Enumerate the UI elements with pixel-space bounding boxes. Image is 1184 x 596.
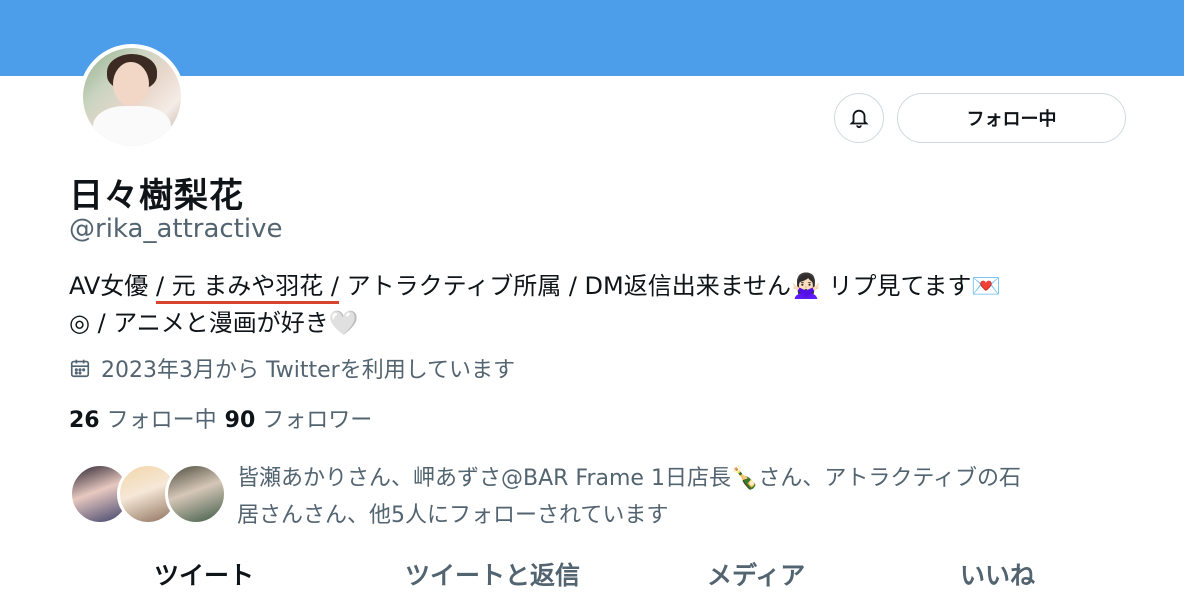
profile-bio: AV女優 / 元 まみや羽花 / アトラクティブ所属 / DM返信出来ません🙅🏻… — [69, 268, 1129, 342]
calendar-icon — [70, 359, 90, 378]
bio-text: アトラクティブ所属 / DM返信出来ません — [339, 272, 791, 300]
bio-text: ◎ / アニメと漫画が好き — [69, 309, 329, 337]
tab-likes[interactable]: いいね — [960, 556, 1035, 592]
display-name: 日々樹梨花 — [69, 176, 244, 216]
notifications-bell-button[interactable] — [834, 93, 884, 143]
no-gesture-emoji: 🙅🏻‍♀️ — [791, 272, 821, 300]
white-heart-emoji: 🤍 — [328, 309, 359, 337]
followers-label: フォロワー — [262, 408, 373, 433]
followers-you-know-line: 居さんさん、他5人にフォローされています — [237, 503, 669, 528]
following-link[interactable]: 26 フォロー中 — [69, 402, 217, 434]
tab-media[interactable]: メディア — [707, 556, 805, 592]
profile-banner[interactable] — [0, 0, 1184, 76]
followers-you-know[interactable]: 皆瀬あかりさん、岬あずさ@BAR Frame 1日店長🍾さん、アトラクティブの石… — [69, 460, 1129, 530]
follow-stats: 26 フォロー中 90 フォロワー — [69, 402, 372, 434]
followers-you-know-text: 皆瀬あかりさん、岬あずさ@BAR Frame 1日店長🍾さん、アトラクティブの石… — [237, 460, 1137, 534]
love-letter-emoji: 💌 — [971, 272, 1002, 300]
following-count: 26 — [69, 408, 100, 433]
avatar-photo — [83, 48, 181, 146]
user-handle: @rika_attractive — [69, 214, 283, 244]
followers-link[interactable]: 90 フォロワー — [225, 402, 373, 434]
bio-underlined-text: / 元 まみや羽花 / — [155, 272, 339, 300]
follower-avatar — [165, 463, 227, 525]
followers-count: 90 — [224, 408, 256, 433]
profile-tabs: ツイート ツイートと返信 メディア いいね — [0, 548, 1184, 596]
bell-icon — [849, 109, 869, 129]
join-date-text: 2023年3月から Twitterを利用しています — [101, 358, 516, 383]
followers-you-know-line: 皆瀬あかりさん、岬あずさ@BAR Frame 1日店長🍾さん、アトラクティブの石 — [237, 466, 1022, 491]
join-date: 2023年3月から Twitterを利用しています — [69, 352, 515, 384]
tab-tweets[interactable]: ツイート — [154, 556, 254, 592]
following-label: フォロー中 — [106, 408, 217, 433]
following-button[interactable]: フォロー中 — [897, 93, 1126, 143]
tab-tweets-and-replies[interactable]: ツイートと返信 — [405, 556, 580, 592]
bio-text: AV女優 — [69, 272, 156, 300]
bio-text: リプ見てます — [820, 272, 972, 300]
profile-avatar[interactable] — [79, 44, 185, 150]
